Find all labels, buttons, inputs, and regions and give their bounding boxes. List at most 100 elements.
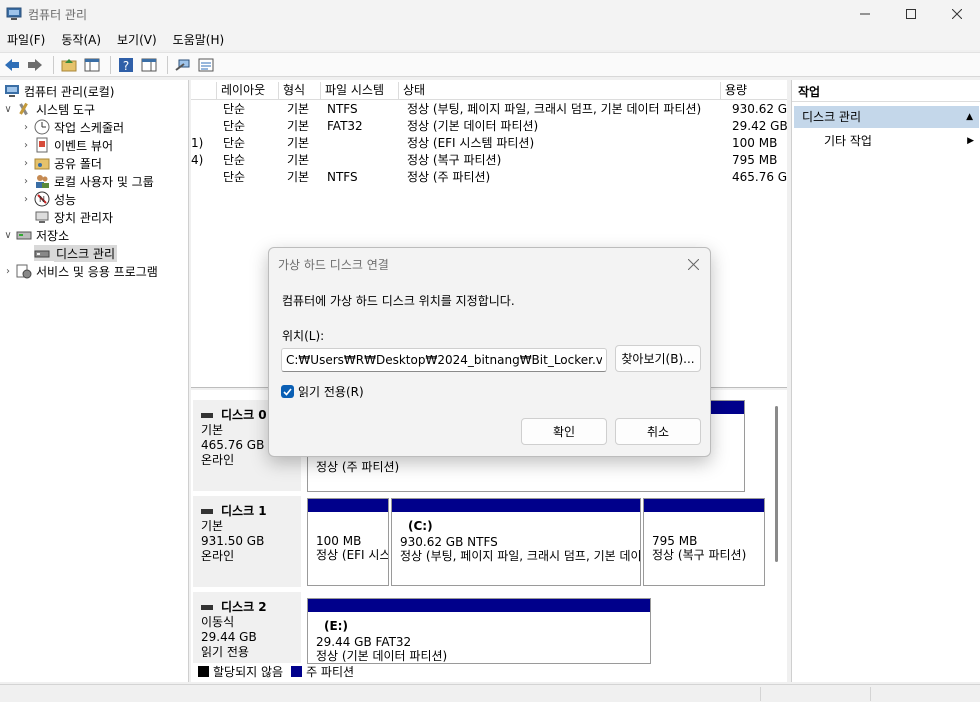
readonly-checkbox[interactable]: 읽기 전용(R) <box>281 383 364 400</box>
chevron-right-icon[interactable]: › <box>20 122 32 133</box>
menu-view[interactable]: 보기(V) <box>109 31 165 48</box>
vertical-scrollbar[interactable] <box>775 406 778 562</box>
cell-status: 정상 (EFI 시스템 파티션) <box>407 136 535 150</box>
chevron-right-icon[interactable]: › <box>2 266 14 277</box>
action-more[interactable]: 기타 작업 ▶ <box>824 132 974 150</box>
table-row[interactable]: 4) <box>191 152 217 169</box>
tree-item-computer-management[interactable]: 컴퓨터 관리(로컬) <box>2 82 114 100</box>
legend: 할당되지 않음 주 파티션 <box>198 662 362 680</box>
cell-layout: 단순 <box>223 136 246 150</box>
tree-item-event-viewer[interactable]: › 이벤트 뷰어 <box>20 136 113 154</box>
table-row[interactable] <box>191 169 217 186</box>
forward-icon[interactable] <box>25 55 45 75</box>
disk-size: 931.50 GB <box>201 534 265 548</box>
menu-help[interactable]: 도움말(H) <box>165 31 233 48</box>
disk-icon <box>201 413 213 418</box>
browse-button[interactable]: 찾아보기(B)... <box>615 345 701 372</box>
show-hide-console-tree-icon[interactable] <box>82 55 102 75</box>
disk-2-e-partition[interactable]: (E:) 29.44 GB FAT32 정상 (기본 데이터 파티션) <box>307 598 651 664</box>
dialog-close-icon[interactable] <box>683 254 703 274</box>
toolbar-separator <box>53 55 54 74</box>
table-row[interactable]: 1) <box>191 135 217 152</box>
ok-button[interactable]: 확인 <box>521 418 607 445</box>
disk-name: 디스크 1 <box>221 504 267 518</box>
disk-1-efi-partition[interactable]: 100 MB 정상 (EFI 시스템 파티션) <box>307 498 389 586</box>
actions-header: 작업 <box>792 82 980 102</box>
cancel-button[interactable]: 취소 <box>615 418 701 445</box>
tree-item-performance[interactable]: › N 성능 <box>20 190 76 208</box>
chevron-right-icon[interactable]: › <box>20 140 32 151</box>
tree-item-shared-folders[interactable]: › 공유 폴더 <box>20 154 102 172</box>
window-title: 컴퓨터 관리 <box>28 7 88 22</box>
cell-capacity: 930.62 GB <box>732 102 787 116</box>
disk-1-info[interactable]: 디스크 1 기본 931.50 GB 온라인 <box>193 496 301 588</box>
menu-bar: 파일(F) 동작(A) 보기(V) 도움말(H) <box>0 28 980 50</box>
column-header-filesystem[interactable]: 파일 시스템 <box>321 82 399 100</box>
partition-label: (C:) <box>408 519 433 533</box>
disk-1-c-partition[interactable]: (C:) 930.62 GB NTFS 정상 (부팅, 페이지 파일, 크래시 … <box>391 498 641 586</box>
up-folder-icon[interactable] <box>59 55 79 75</box>
column-header-volume[interactable] <box>191 82 217 100</box>
partition-label: (E:) <box>324 619 348 633</box>
tree-item-device-manager[interactable]: 장치 관리자 <box>32 208 113 226</box>
tree-item-local-users[interactable]: › 로컬 사용자 및 그룹 <box>20 172 154 190</box>
table-row[interactable] <box>191 101 217 118</box>
help-icon[interactable]: ? <box>116 55 136 75</box>
disk-type: 이동식 <box>201 615 235 629</box>
disk-1-recovery-partition[interactable]: 795 MB 정상 (복구 파티션) <box>643 498 765 586</box>
properties-icon[interactable] <box>196 55 216 75</box>
column-header-capacity[interactable]: 용량 <box>721 82 787 100</box>
tree-item-services[interactable]: › 서비스 및 응용 프로그램 <box>2 262 158 280</box>
computer-management-icon <box>6 7 22 21</box>
show-hide-action-pane-icon[interactable] <box>139 55 159 75</box>
menu-action[interactable]: 동작(A) <box>53 31 109 48</box>
disk-2-info[interactable]: 디스크 2 이동식 29.44 GB 읽기 전용 <box>193 592 301 664</box>
chevron-right-icon[interactable]: › <box>20 158 32 169</box>
connect-icon[interactable] <box>173 55 193 75</box>
title-bar: 컴퓨터 관리 <box>0 0 980 28</box>
column-header-type[interactable]: 형식 <box>279 82 321 100</box>
location-input[interactable] <box>281 348 607 372</box>
tree-item-storage[interactable]: ∨ 저장소 <box>2 226 69 244</box>
back-icon[interactable] <box>2 55 22 75</box>
tree-item-task-scheduler[interactable]: › 작업 스케줄러 <box>20 118 124 136</box>
disk-name: 디스크 0 <box>221 408 267 422</box>
checkmark-icon[interactable] <box>281 385 294 398</box>
legend-unallocated: 할당되지 않음 <box>198 663 283 680</box>
chevron-down-icon[interactable]: ∨ <box>2 230 14 241</box>
legend-swatch <box>198 665 209 677</box>
chevron-right-icon[interactable]: › <box>20 194 32 205</box>
partition-status: 정상 (기본 데이터 파티션) <box>316 649 448 663</box>
disk-name: 디스크 2 <box>221 600 267 614</box>
svg-text:?: ? <box>123 59 129 73</box>
action-more-label: 기타 작업 <box>824 134 872 148</box>
maximize-button[interactable] <box>888 0 934 28</box>
cell-status: 정상 (주 파티션) <box>407 170 491 184</box>
disk-icon <box>201 605 213 610</box>
partition-size: 795 MB <box>652 534 698 548</box>
cell-layout: 단순 <box>223 170 246 184</box>
tree-item-disk-management[interactable]: 디스크 관리 <box>32 244 118 262</box>
actions-pane: 작업 디스크 관리 ▲ 기타 작업 ▶ <box>791 80 980 682</box>
table-row[interactable] <box>191 118 217 135</box>
clock-icon <box>34 119 50 135</box>
partition-size: 29.44 GB FAT32 <box>316 635 412 649</box>
collapse-up-icon[interactable]: ▲ <box>966 106 973 128</box>
chevron-right-icon[interactable]: › <box>20 176 32 187</box>
toolbar-separator <box>110 55 111 74</box>
cell-status: 정상 (복구 파티션) <box>407 153 502 167</box>
partition-size: 930.62 GB NTFS <box>400 535 498 549</box>
tools-icon <box>16 101 32 117</box>
menu-file[interactable]: 파일(F) <box>0 31 53 48</box>
chevron-down-icon[interactable]: ∨ <box>2 104 14 115</box>
minimize-button[interactable] <box>842 0 888 28</box>
disk-state: 읽기 전용 <box>201 645 249 659</box>
actions-section-disk-management[interactable]: 디스크 관리 ▲ <box>794 106 979 128</box>
cell-filesystem: FAT32 <box>327 119 363 133</box>
cell-capacity: 100 MB <box>732 136 778 150</box>
tree-item-system-tools[interactable]: ∨ 시스템 도구 <box>2 100 95 118</box>
column-header-status[interactable]: 상태 <box>399 82 721 100</box>
column-header-layout[interactable]: 레이아웃 <box>217 82 279 100</box>
close-button[interactable] <box>934 0 980 28</box>
disk-state: 온라인 <box>201 549 235 563</box>
